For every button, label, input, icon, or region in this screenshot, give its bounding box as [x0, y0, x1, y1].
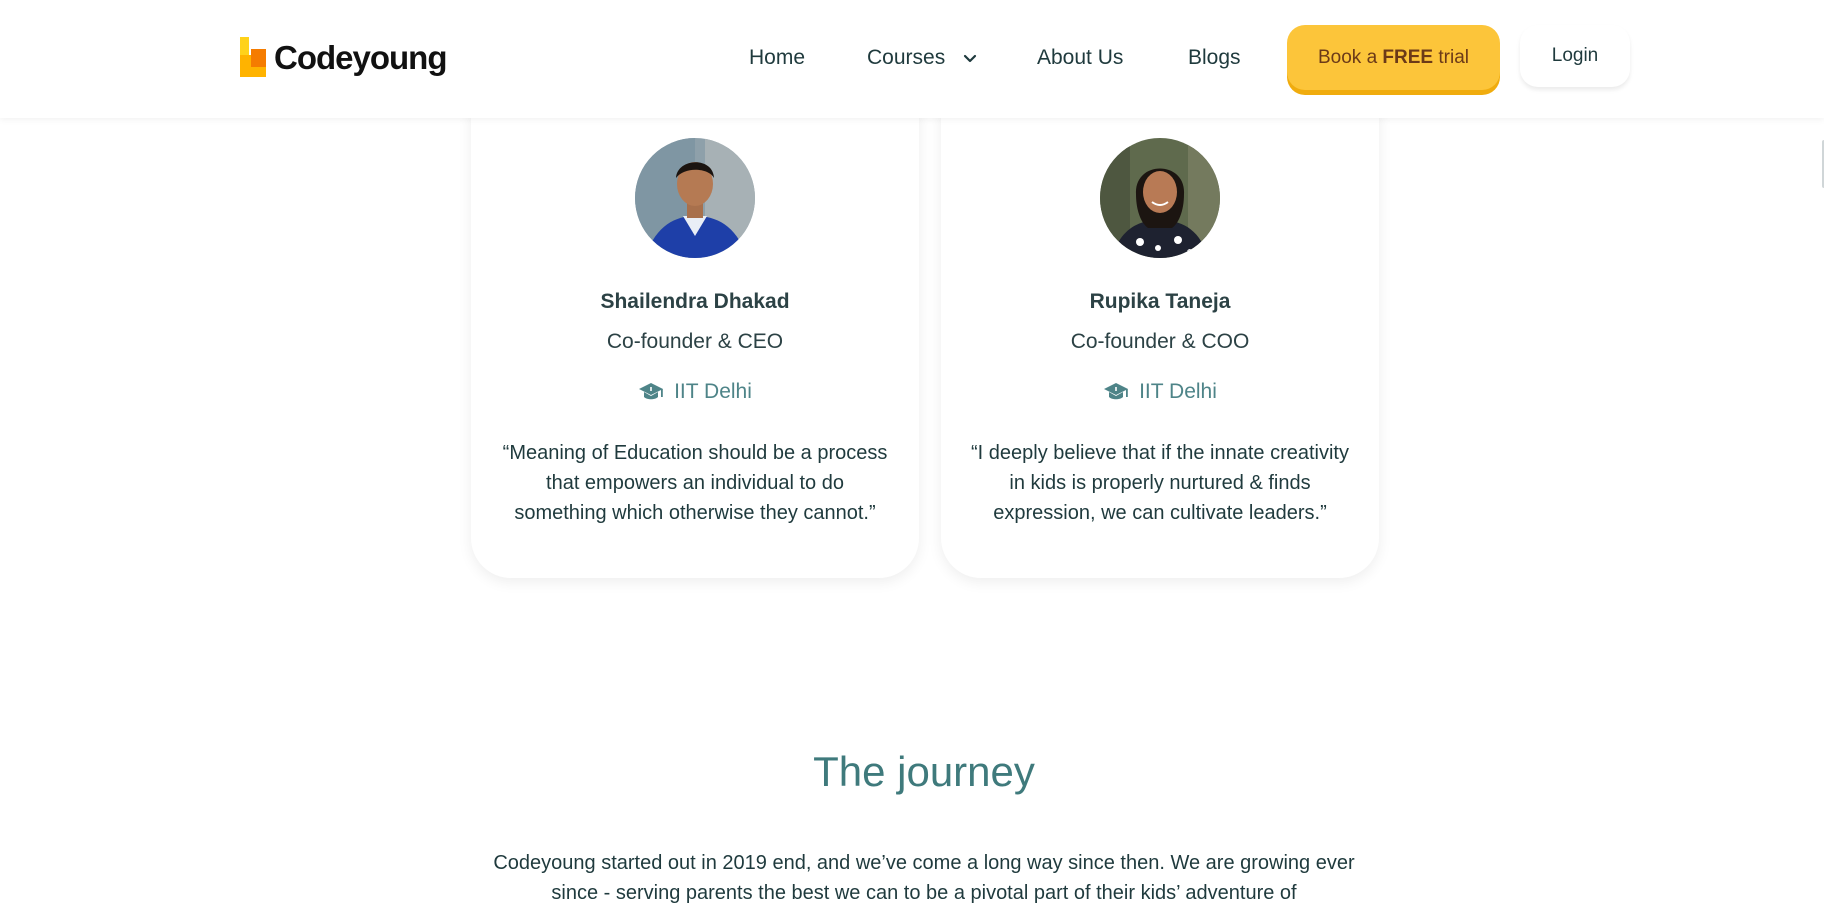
codeyoung-logo[interactable]: Codeyoung	[238, 33, 447, 83]
founder-education: IIT Delhi	[941, 380, 1379, 404]
trial-prefix: Book a	[1317, 46, 1383, 68]
founder-card-ceo: Shailendra Dhakad Co-founder & CEO IIT D…	[471, 60, 919, 578]
education-label: IIT Delhi	[1139, 380, 1217, 403]
graduation-cap-icon	[1103, 381, 1129, 403]
trial-suffix: trial	[1433, 46, 1470, 68]
journey-paragraph: Codeyoung started out in 2019 end, and w…	[493, 852, 1355, 904]
page: Shailendra Dhakad Co-founder & CEO IIT D…	[0, 0, 1824, 916]
founder-role: Co-founder & CEO	[606, 330, 784, 353]
trial-emphasis: FREE	[1382, 46, 1434, 68]
founder-avatar-coo	[1100, 138, 1220, 258]
founder-name: Shailendra Dhakad	[600, 290, 790, 313]
login-button[interactable]: Login	[1520, 25, 1630, 87]
founder-education: IIT Delhi	[471, 380, 919, 404]
nav-about-us[interactable]: About Us	[1037, 40, 1123, 76]
founder-quote: “Meaning of Education should be a proces…	[502, 442, 888, 524]
nav-courses-label: Courses	[867, 46, 946, 69]
founder-role: Co-founder & COO	[1070, 330, 1250, 353]
nav-blogs[interactable]: Blogs	[1188, 40, 1241, 76]
logo-text: Codeyoung	[274, 39, 447, 76]
founder-name: Rupika Taneja	[1089, 290, 1231, 313]
journey-heading: The journey	[813, 748, 1035, 795]
book-free-trial-button[interactable]: Book a FREE trial	[1287, 25, 1500, 90]
founder-card-coo: Rupika Taneja Co-founder & COO IIT Delhi…	[941, 60, 1379, 578]
founder-quote: “I deeply believe that if the innate cre…	[971, 442, 1349, 524]
education-label: IIT Delhi	[674, 380, 752, 403]
nav-home[interactable]: Home	[749, 40, 805, 76]
site-header: Codeyoung Home Courses About Us Blogs Bo…	[0, 0, 1824, 118]
founder-avatar-ceo	[635, 138, 755, 258]
chevron-down-icon	[963, 40, 977, 76]
nav-courses[interactable]: Courses	[867, 40, 977, 76]
logo-icon	[238, 35, 270, 81]
graduation-cap-icon	[638, 381, 664, 403]
